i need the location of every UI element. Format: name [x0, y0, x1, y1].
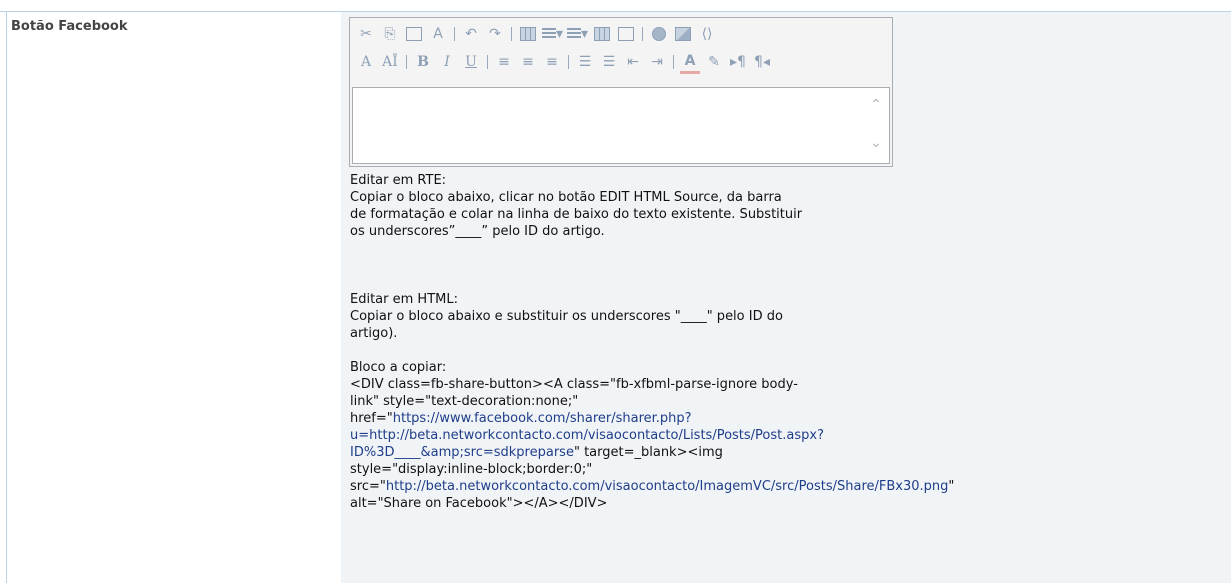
- help-text: Editar em RTE: Copiar o bloco abaixo, cl…: [350, 172, 1110, 512]
- html-source-icon[interactable]: ⟨⟩: [697, 24, 717, 44]
- scroll-down-icon[interactable]: ⌄: [869, 136, 883, 150]
- toolbar-separator: [642, 27, 644, 41]
- html-instructions-title: Editar em HTML:: [350, 292, 458, 307]
- post-id-link[interactable]: ID%3D____&amp;src=sdkpreparse: [350, 445, 574, 460]
- copy-icon[interactable]: ⎘: [380, 24, 400, 44]
- code-line: href="https://www.facebook.com/sharer/sh…: [350, 410, 1110, 427]
- toolbar-separator: [511, 27, 512, 41]
- hyperlink-icon[interactable]: [649, 24, 669, 44]
- toolbar-separator: [568, 55, 569, 69]
- ordered-list-icon[interactable]: ☰: [575, 52, 595, 72]
- toolbar-separator: [406, 55, 407, 69]
- undo-icon[interactable]: ↶: [461, 24, 481, 44]
- font-name-icon[interactable]: A: [356, 52, 376, 72]
- bullet-list-icon[interactable]: ☰: [599, 52, 619, 72]
- toolbar-row-2: A AĪ B I U ≡ ≡ ≡ ☰ ☰ ⇤ ⇥ A ✎ ▸¶ ¶◂: [356, 51, 776, 74]
- field-label: Botão Facebook: [11, 19, 128, 34]
- ltr-icon[interactable]: ▸¶: [728, 52, 748, 72]
- dropdown-arrow-icon: ▾: [581, 26, 589, 42]
- rte-instructions-line: de formatação e colar na linha de baixo …: [350, 207, 803, 222]
- table-properties-icon[interactable]: [616, 24, 636, 44]
- highlight-icon[interactable]: ✎: [704, 52, 724, 72]
- toolbar-separator: [454, 27, 455, 41]
- insert-column-icon[interactable]: ▾: [567, 24, 588, 44]
- align-center-icon[interactable]: ≡: [518, 52, 538, 72]
- code-line: u=http://beta.networkcontacto.com/visaoc…: [350, 427, 1110, 444]
- rtl-icon[interactable]: ¶◂: [752, 52, 772, 72]
- code-block-title: Bloco a copiar:: [350, 360, 447, 375]
- align-left-icon[interactable]: ≡: [494, 52, 514, 72]
- code-line: src="http://beta.networkcontacto.com/vis…: [350, 478, 1110, 495]
- dropdown-arrow-icon: ▾: [556, 26, 564, 42]
- code-line: style="display:inline-block;border:0;": [350, 462, 593, 477]
- cut-icon[interactable]: ✂: [356, 24, 376, 44]
- table-icon[interactable]: [518, 24, 538, 44]
- grid-icon[interactable]: [592, 24, 612, 44]
- grid-icon-shape: [594, 27, 611, 41]
- paste-icon-shape: [406, 27, 422, 41]
- align-right-icon[interactable]: ≡: [542, 52, 562, 72]
- font-size-icon[interactable]: AĪ: [380, 52, 400, 72]
- rte-instructions-line: os underscores”____” pelo ID do artigo.: [350, 224, 605, 239]
- html-instructions-line: Copiar o bloco abaixo e substituir os un…: [350, 309, 783, 324]
- font-color-icon[interactable]: A: [680, 51, 700, 74]
- insert-column-icon-shape: [567, 28, 582, 40]
- toolbar-separator: [673, 55, 674, 69]
- image-icon[interactable]: [673, 24, 693, 44]
- image-icon-shape: [675, 27, 692, 41]
- code-text: src=": [350, 479, 386, 494]
- rich-text-editor: ✂ ⎘ A ↶ ↷ ▾ ▾ ⟨⟩ A AĪ B I U ≡ ≡ ≡ ☰ ☰ ⇤ …: [349, 17, 893, 167]
- code-line: ID%3D____&amp;src=sdkpreparse" target=_b…: [350, 444, 1110, 461]
- toolbar-separator: [487, 55, 488, 69]
- code-text: href=": [350, 411, 393, 426]
- share-image-link[interactable]: http://beta.networkcontacto.com/visaocon…: [386, 479, 949, 494]
- post-url-link[interactable]: u=http://beta.networkcontacto.com/visaoc…: [350, 428, 824, 443]
- html-instructions-line: artigo).: [350, 326, 398, 341]
- outdent-icon[interactable]: ⇤: [623, 52, 643, 72]
- underline-icon[interactable]: U: [461, 52, 481, 72]
- rte-instructions-line: Copiar o bloco abaixo, clicar no botão E…: [350, 190, 782, 205]
- insert-row-icon[interactable]: ▾: [542, 24, 563, 44]
- code-line: alt="Share on Facebook"></A></DIV>: [350, 496, 608, 511]
- paste-icon[interactable]: [404, 24, 424, 44]
- code-text: ": [948, 479, 955, 494]
- insert-row-icon-shape: [542, 28, 556, 40]
- code-line: <DIV class=fb-share-button><A class="fb-…: [350, 377, 798, 392]
- code-line: link" style="text-decoration:none;": [350, 394, 579, 409]
- code-text: " target=_blank><img: [573, 445, 723, 460]
- rte-instructions-title: Editar em RTE:: [350, 173, 447, 188]
- form-left-border: [6, 11, 7, 583]
- spellcheck-icon[interactable]: A: [428, 24, 448, 44]
- indent-icon[interactable]: ⇥: [647, 52, 667, 72]
- redo-icon[interactable]: ↷: [485, 24, 505, 44]
- editor-content-area[interactable]: ⌃ ⌄: [352, 87, 890, 164]
- scroll-up-icon[interactable]: ⌃: [869, 98, 883, 112]
- bold-icon[interactable]: B: [413, 52, 433, 72]
- italic-icon[interactable]: I: [437, 52, 457, 72]
- table-properties-icon-shape: [618, 27, 635, 41]
- facebook-share-link[interactable]: https://www.facebook.com/sharer/sharer.p…: [393, 411, 692, 426]
- hyperlink-icon-shape: [652, 27, 667, 41]
- table-icon-shape: [520, 27, 536, 41]
- toolbar-row-1: ✂ ⎘ A ↶ ↷ ▾ ▾ ⟨⟩: [356, 24, 721, 44]
